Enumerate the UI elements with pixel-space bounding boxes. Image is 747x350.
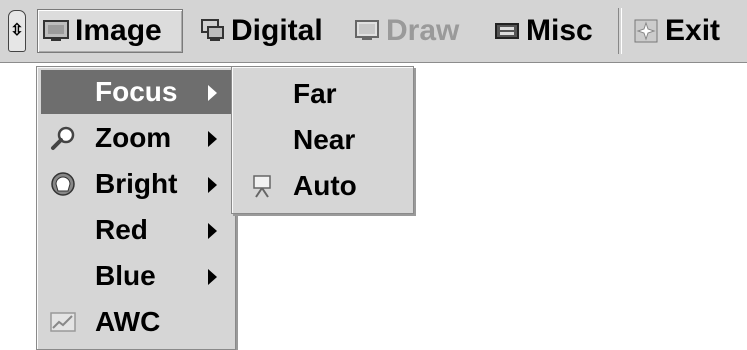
printer-icon: [494, 18, 520, 44]
submenu-item-auto[interactable]: Auto: [236, 164, 409, 208]
image-menu: Focus Zoom Bright Red Blue AWC: [36, 66, 236, 350]
submenu-arrow-icon: [208, 131, 217, 147]
submenu-item-far[interactable]: Far: [236, 72, 409, 116]
submenu-item-near-label: Near: [293, 124, 356, 155]
menu-item-bright-label: Bright: [95, 168, 178, 199]
menu-item-blue[interactable]: Blue: [41, 254, 231, 298]
menu-item-awc-label: AWC: [95, 306, 161, 337]
bright-icon: [49, 170, 77, 198]
draw-monitor-icon: [354, 18, 380, 44]
toolbar-exit-label: Exit: [665, 14, 721, 47]
focus-submenu: Far Near Auto: [231, 66, 414, 214]
toolbar-draw-button[interactable]: Draw: [349, 9, 475, 53]
toolbar: ⇳ Image Digital Draw Misc Exit: [0, 0, 747, 63]
toolbar-image-label: Image: [75, 14, 162, 47]
toolbar-digital-button[interactable]: Digital: [194, 9, 336, 53]
toolbar-misc-button[interactable]: Misc: [489, 9, 611, 53]
menu-item-zoom[interactable]: Zoom: [41, 116, 231, 160]
menu-item-zoom-label: Zoom: [95, 122, 172, 153]
awc-chart-icon: [49, 308, 77, 336]
menu-item-bright[interactable]: Bright: [41, 162, 231, 206]
menu-item-blue-label: Blue: [95, 260, 156, 291]
toolbar-image-button[interactable]: Image: [37, 9, 183, 53]
toolbar-misc-label: Misc: [526, 14, 593, 47]
menu-item-focus[interactable]: Focus: [41, 70, 231, 114]
submenu-item-far-label: Far: [293, 78, 337, 109]
submenu-arrow-icon: [208, 269, 217, 285]
toolbar-grip-handle[interactable]: ⇳: [8, 10, 26, 52]
toolbar-separator: [618, 8, 622, 54]
submenu-arrow-icon: [208, 85, 217, 101]
exit-icon: [633, 18, 659, 44]
menu-item-focus-label: Focus: [95, 76, 178, 107]
monitor-icon: [43, 18, 69, 44]
toolbar-digital-label: Digital: [231, 14, 323, 47]
toolbar-exit-button[interactable]: Exit: [628, 9, 738, 53]
submenu-arrow-icon: [208, 177, 217, 193]
toolbar-draw-label: Draw: [386, 14, 460, 47]
submenu-arrow-icon: [208, 223, 217, 239]
magnifier-icon: [49, 124, 77, 152]
menu-item-red[interactable]: Red: [41, 208, 231, 252]
digital-icon: [199, 18, 225, 44]
menu-item-awc[interactable]: AWC: [41, 300, 231, 344]
menu-item-red-label: Red: [95, 214, 148, 245]
projector-icon: [248, 172, 276, 200]
submenu-item-near[interactable]: Near: [236, 118, 409, 162]
submenu-item-auto-label: Auto: [293, 170, 357, 201]
